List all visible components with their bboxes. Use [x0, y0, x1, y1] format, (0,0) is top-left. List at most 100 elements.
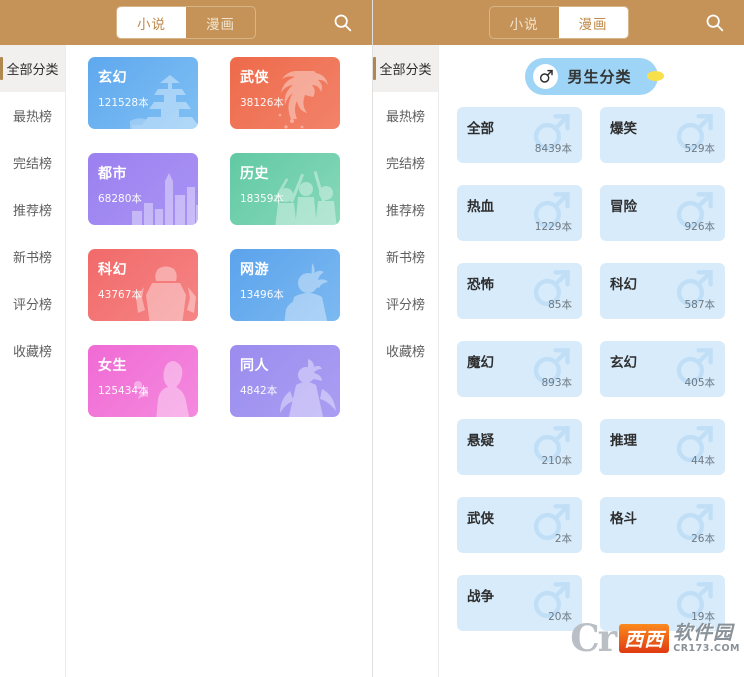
comic-category-card[interactable]: 冒险 926本 — [600, 185, 725, 241]
category-count: 18359本 — [240, 193, 284, 205]
left-panel: 小说 漫画 全部分类 最热榜 完结榜 推荐榜 新书榜 评分榜 收藏榜 玄幻 12… — [0, 0, 372, 677]
pill-accent-dot — [646, 71, 664, 81]
right-tab-comic[interactable]: 漫画 — [558, 7, 628, 38]
sidebar-item-completed[interactable]: 完结榜 — [0, 139, 65, 186]
comic-category-title: 全部 — [467, 121, 494, 137]
sidebar-item-hottest[interactable]: 最热榜 — [373, 92, 438, 139]
comic-category-card[interactable]: 悬疑 210本 — [457, 419, 582, 475]
comic-category-title: 魔幻 — [467, 355, 494, 371]
comic-category-card[interactable]: 科幻 587本 — [600, 263, 725, 319]
sidebar-item-hottest[interactable]: 最热榜 — [0, 92, 65, 139]
boys-category-pill[interactable]: 男生分类 — [525, 57, 664, 95]
comic-category-count: 26本 — [691, 533, 715, 545]
comic-category-card[interactable]: 魔幻 893本 — [457, 341, 582, 397]
comic-category-card[interactable]: 19本 — [600, 575, 725, 631]
category-card[interactable]: 都市 68280本 — [88, 153, 198, 225]
comic-category-title: 爆笑 — [610, 121, 637, 137]
comic-category-title: 战争 — [467, 589, 494, 605]
sidebar-item-new-books[interactable]: 新书榜 — [0, 233, 65, 280]
comic-category-title: 热血 — [467, 199, 494, 215]
comic-category-card[interactable]: 推理 44本 — [600, 419, 725, 475]
app-screen: 小说 漫画 全部分类 最热榜 完结榜 推荐榜 新书榜 评分榜 收藏榜 玄幻 12… — [0, 0, 744, 677]
comic-category-card[interactable]: 武侠 2本 — [457, 497, 582, 553]
category-count: 38126本 — [240, 97, 284, 109]
sidebar-item-favorites[interactable]: 收藏榜 — [0, 327, 65, 374]
category-count: 13496本 — [240, 289, 284, 301]
comic-category-count: 2本 — [554, 533, 572, 545]
category-count: 68280本 — [98, 193, 142, 205]
novel-category-grid: 玄幻 121528本 武侠 38126本 都市 68280本 历史 18359本… — [88, 57, 360, 417]
comic-category-count: 1229本 — [534, 221, 572, 233]
left-search-button[interactable] — [330, 11, 354, 35]
sidebar-item-rating[interactable]: 评分榜 — [373, 280, 438, 327]
section-pill-row: 男生分类 — [453, 45, 730, 107]
comic-category-title: 悬疑 — [467, 433, 494, 449]
comic-category-title: 武侠 — [467, 511, 494, 527]
comic-category-card[interactable]: 热血 1229本 — [457, 185, 582, 241]
category-count: 4842本 — [240, 385, 278, 397]
left-tab-novel[interactable]: 小说 — [117, 7, 186, 38]
category-card[interactable]: 科幻 43767本 — [88, 249, 198, 321]
pill-label: 男生分类 — [567, 67, 632, 86]
comic-category-grid: 全部 8439本 爆笑 529本 热血 1229本 冒险 926本 恐怖 85本… — [453, 107, 730, 631]
sidebar-item-recommended[interactable]: 推荐榜 — [373, 186, 438, 233]
comic-category-count: 85本 — [548, 299, 572, 311]
comic-category-card[interactable]: 全部 8439本 — [457, 107, 582, 163]
search-icon — [334, 14, 351, 32]
comic-category-card[interactable]: 恐怖 85本 — [457, 263, 582, 319]
right-tab-novel[interactable]: 小说 — [490, 7, 559, 38]
right-search-button[interactable] — [702, 11, 726, 35]
sidebar-item-rating[interactable]: 评分榜 — [0, 280, 65, 327]
sidebar-item-recommended[interactable]: 推荐榜 — [0, 186, 65, 233]
comic-category-title: 推理 — [610, 433, 637, 449]
right-panel: 小说 漫画 全部分类 最热榜 完结榜 推荐榜 新书榜 评分榜 收藏榜 男生分类 … — [372, 0, 744, 677]
category-title: 网游 — [240, 262, 269, 278]
right-body: 全部分类 最热榜 完结榜 推荐榜 新书榜 评分榜 收藏榜 男生分类 全部 843… — [373, 45, 744, 677]
category-card[interactable]: 武侠 38126本 — [230, 57, 340, 129]
left-tab-comic[interactable]: 漫画 — [186, 7, 255, 38]
comic-category-card[interactable]: 爆笑 529本 — [600, 107, 725, 163]
left-content: 玄幻 121528本 武侠 38126本 都市 68280本 历史 18359本… — [66, 45, 372, 677]
left-header: 小说 漫画 — [0, 0, 372, 45]
comic-category-count: 19本 — [691, 611, 715, 623]
category-card[interactable]: 女生 125434本 — [88, 345, 198, 417]
category-count: 125434本 — [98, 385, 149, 397]
comic-category-card[interactable]: 玄幻 405本 — [600, 341, 725, 397]
category-card[interactable]: 历史 18359本 — [230, 153, 340, 225]
comic-category-count: 210本 — [541, 455, 572, 467]
category-card[interactable]: 同人 4842本 — [230, 345, 340, 417]
sidebar-item-all-categories[interactable]: 全部分类 — [373, 45, 438, 92]
category-title: 同人 — [240, 358, 269, 374]
sidebar-item-new-books[interactable]: 新书榜 — [373, 233, 438, 280]
category-count: 121528本 — [98, 97, 149, 109]
comic-category-count: 893本 — [541, 377, 572, 389]
category-card[interactable]: 玄幻 121528本 — [88, 57, 198, 129]
sidebar-item-all-categories[interactable]: 全部分类 — [0, 45, 65, 92]
right-tab-group: 小说 漫画 — [488, 6, 629, 39]
comic-category-title: 科幻 — [610, 277, 637, 293]
comic-category-title: 玄幻 — [610, 355, 637, 371]
comic-category-title: 恐怖 — [467, 277, 494, 293]
category-title: 武侠 — [240, 70, 269, 86]
search-icon — [706, 14, 723, 32]
left-sidebar: 全部分类 最热榜 完结榜 推荐榜 新书榜 评分榜 收藏榜 — [0, 45, 66, 677]
comic-category-card[interactable]: 格斗 26本 — [600, 497, 725, 553]
comic-category-title: 格斗 — [610, 511, 637, 527]
sidebar-item-completed[interactable]: 完结榜 — [373, 139, 438, 186]
category-title: 都市 — [98, 166, 127, 182]
comic-category-count: 405本 — [684, 377, 715, 389]
category-title: 科幻 — [98, 262, 127, 278]
comic-category-card[interactable]: 战争 20本 — [457, 575, 582, 631]
right-header: 小说 漫画 — [373, 0, 744, 45]
category-title: 玄幻 — [98, 70, 127, 86]
comic-category-count: 529本 — [684, 143, 715, 155]
comic-category-count: 587本 — [684, 299, 715, 311]
category-card[interactable]: 网游 13496本 — [230, 249, 340, 321]
right-sidebar: 全部分类 最热榜 完结榜 推荐榜 新书榜 评分榜 收藏榜 — [373, 45, 439, 677]
sidebar-item-favorites[interactable]: 收藏榜 — [373, 327, 438, 374]
comic-category-count: 44本 — [691, 455, 715, 467]
category-count: 43767本 — [98, 289, 142, 301]
comic-category-title: 冒险 — [610, 199, 637, 215]
male-symbol-icon — [533, 63, 559, 89]
comic-category-count: 926本 — [684, 221, 715, 233]
